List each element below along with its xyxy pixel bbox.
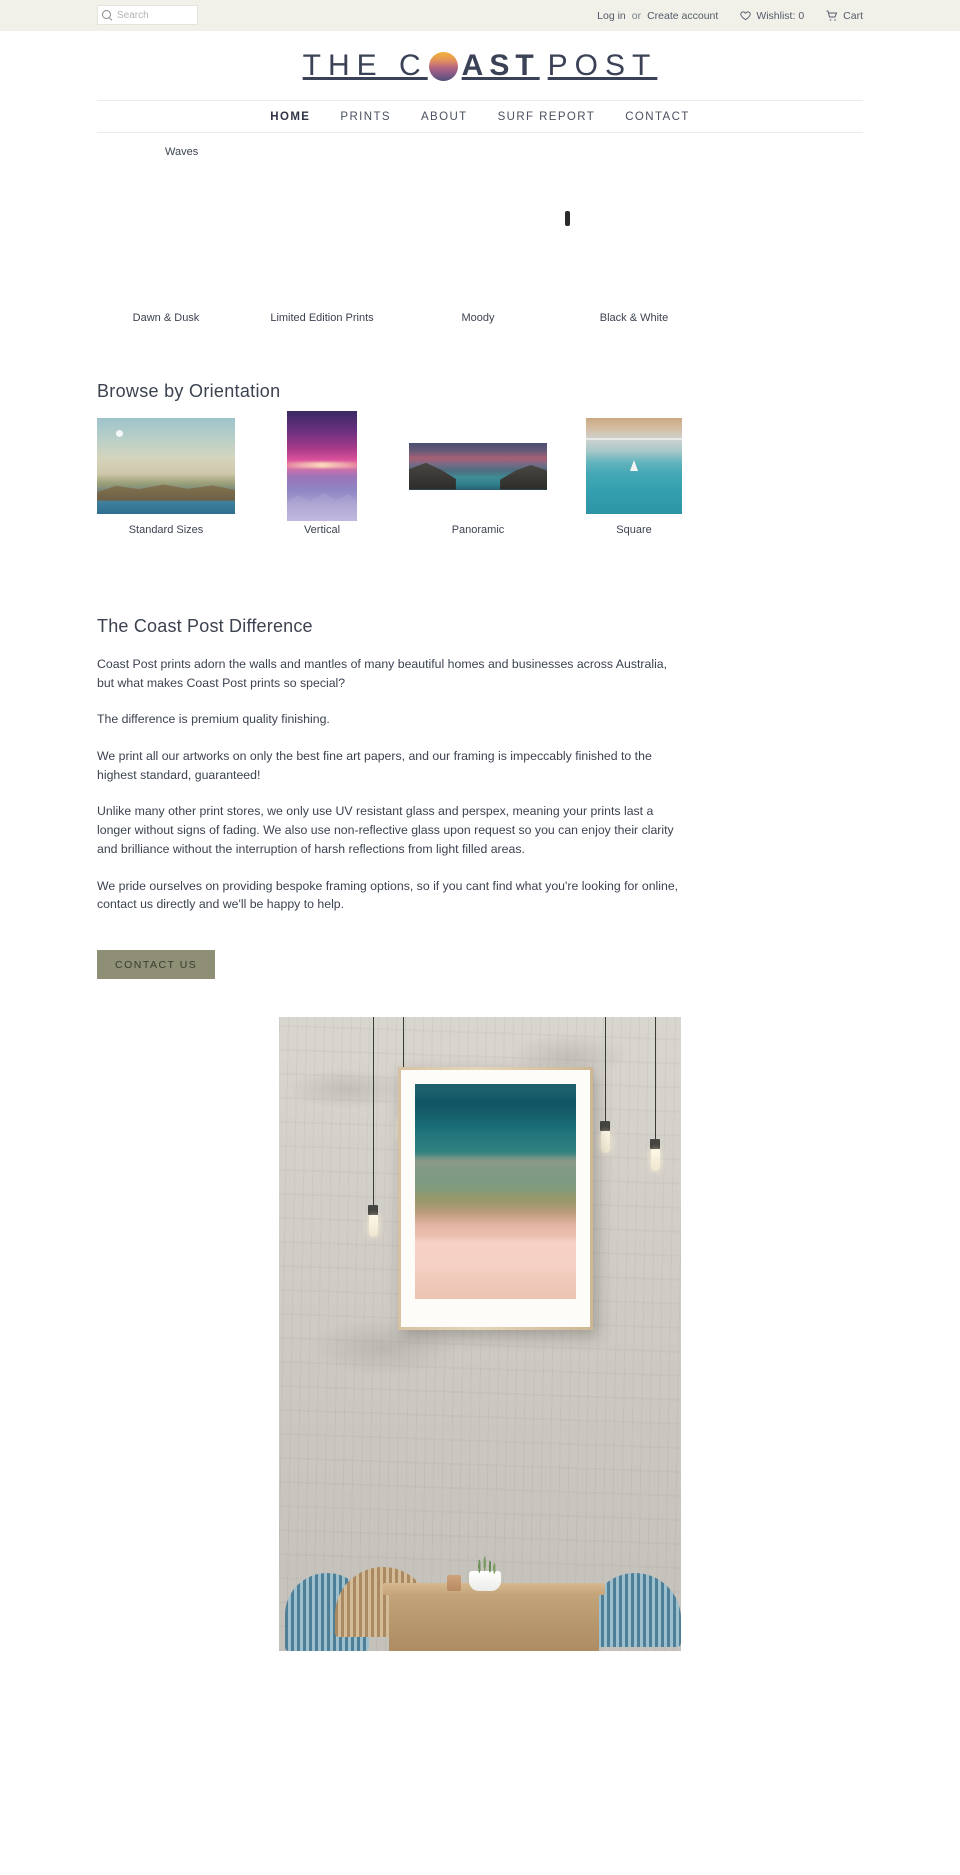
orientation-heading: Browse by Orientation	[97, 381, 281, 401]
difference-paragraph: We pride ourselves on providing bespoke …	[97, 878, 679, 912]
category-thumb[interactable]	[409, 211, 547, 301]
pendant-light	[367, 1016, 379, 1237]
orientation-row: Standard Sizes Vertical Panoramic Square	[97, 411, 863, 536]
orientation-thumb[interactable]	[565, 418, 703, 514]
orientation-image-vertical	[287, 411, 357, 521]
category-thumb[interactable]	[565, 211, 703, 301]
cart-link[interactable]: Cart	[826, 10, 863, 22]
framed-print	[398, 1066, 593, 1330]
plant-leaf	[475, 1552, 497, 1575]
orientation-card-panoramic[interactable]: Panoramic	[409, 418, 547, 536]
difference-paragraph: Unlike many other print stores, we only …	[97, 804, 674, 856]
artwork-aerial-beach	[415, 1083, 576, 1299]
login-link[interactable]: Log in	[597, 10, 626, 22]
logo-band: THE C AST POST	[0, 31, 960, 100]
search-input[interactable]	[117, 9, 193, 21]
category-label: Dawn & Dusk	[132, 312, 200, 324]
cart-icon	[826, 10, 838, 21]
logo-text-post: POST	[547, 48, 658, 82]
orientation-label: Standard Sizes	[128, 524, 204, 536]
top-utility-bar: Log in or Create account Wishlist: 0 Car…	[0, 0, 960, 31]
contact-us-button[interactable]: CONTACT US	[97, 949, 216, 979]
orientation-card-square[interactable]: Square	[565, 418, 703, 536]
orientation-image-standard	[97, 418, 235, 514]
category-card-black-white[interactable]: Black & White	[565, 211, 703, 324]
orientation-card-standard-sizes[interactable]: Standard Sizes	[97, 418, 235, 536]
pendant-light	[649, 1016, 661, 1171]
frame-mat	[401, 1069, 590, 1327]
main-nav: HOME PRINTS ABOUT SURF REPORT CONTACT	[97, 100, 863, 133]
sunset-circle-icon	[428, 52, 458, 81]
search-icon	[102, 9, 113, 21]
orientation-image-panoramic	[409, 442, 547, 490]
difference-paragraph: The difference is premium quality finish…	[97, 712, 330, 727]
category-card-limited-edition-prints[interactable]: Limited Edition Prints	[253, 211, 391, 324]
difference-paragraph: Coast Post prints adorn the walls and ma…	[97, 657, 668, 690]
logo-text-the: THE C	[302, 48, 428, 82]
orientation-thumb[interactable]	[409, 418, 547, 514]
category-thumb[interactable]	[253, 211, 391, 301]
orientation-label: Square	[616, 524, 652, 536]
orientation-image-square	[586, 418, 682, 514]
nav-item-contact[interactable]: CONTACT	[610, 111, 705, 123]
account-links: Log in or Create account Wishlist: 0 Car…	[597, 0, 863, 31]
search-box[interactable]	[97, 5, 198, 25]
logo-text-ast: AST	[461, 48, 540, 82]
room-photo	[279, 1016, 681, 1651]
nav-item-home[interactable]: HOME	[255, 111, 325, 123]
category-section: Dawn & Dusk Limited Edition Prints Moody…	[97, 211, 863, 324]
cart-label: Cart	[843, 9, 863, 22]
orientation-thumb[interactable]	[97, 418, 235, 514]
orientation-label: Vertical	[303, 524, 341, 536]
art-band	[415, 1156, 576, 1192]
wall-texture	[287, 1068, 407, 1109]
art-band	[415, 1096, 576, 1127]
category-label: Moody	[461, 312, 495, 324]
site-logo[interactable]: THE C AST POST	[303, 49, 658, 83]
nav-item-surf-report[interactable]: SURF REPORT	[483, 111, 611, 123]
difference-paragraph: We print all our artworks on only the be…	[97, 749, 652, 782]
category-label: Black & White	[599, 312, 669, 324]
category-card-dawn-dusk[interactable]: Dawn & Dusk	[97, 211, 235, 324]
category-row: Dawn & Dusk Limited Edition Prints Moody…	[97, 211, 863, 324]
wishlist-label: Wishlist: 0	[756, 9, 805, 22]
nav-item-about[interactable]: ABOUT	[406, 111, 483, 123]
category-card-moody[interactable]: Moody	[409, 211, 547, 324]
art-band	[415, 1238, 576, 1278]
category-label: Limited Edition Prints	[270, 312, 374, 324]
create-account-link[interactable]: Create account	[647, 10, 718, 22]
category-thumb[interactable]	[97, 211, 235, 301]
heart-icon	[740, 10, 751, 21]
orientation-section: Browse by Orientation Standard Sizes Ver…	[97, 381, 863, 536]
orientation-label: Panoramic	[451, 524, 505, 536]
wishlist-link[interactable]: Wishlist: 0	[740, 10, 804, 22]
orientation-thumb[interactable]	[253, 411, 391, 521]
hero-caption: Waves	[165, 146, 199, 158]
pendant-light	[599, 1016, 611, 1153]
difference-heading: The Coast Post Difference	[97, 616, 313, 636]
art-band	[415, 1195, 576, 1222]
or-separator: or	[631, 9, 642, 22]
difference-section: The Coast Post Difference Coast Post pri…	[97, 616, 863, 979]
nav-item-prints[interactable]: PRINTS	[325, 111, 406, 123]
orientation-card-vertical[interactable]: Vertical	[253, 411, 391, 536]
mug	[447, 1574, 461, 1591]
